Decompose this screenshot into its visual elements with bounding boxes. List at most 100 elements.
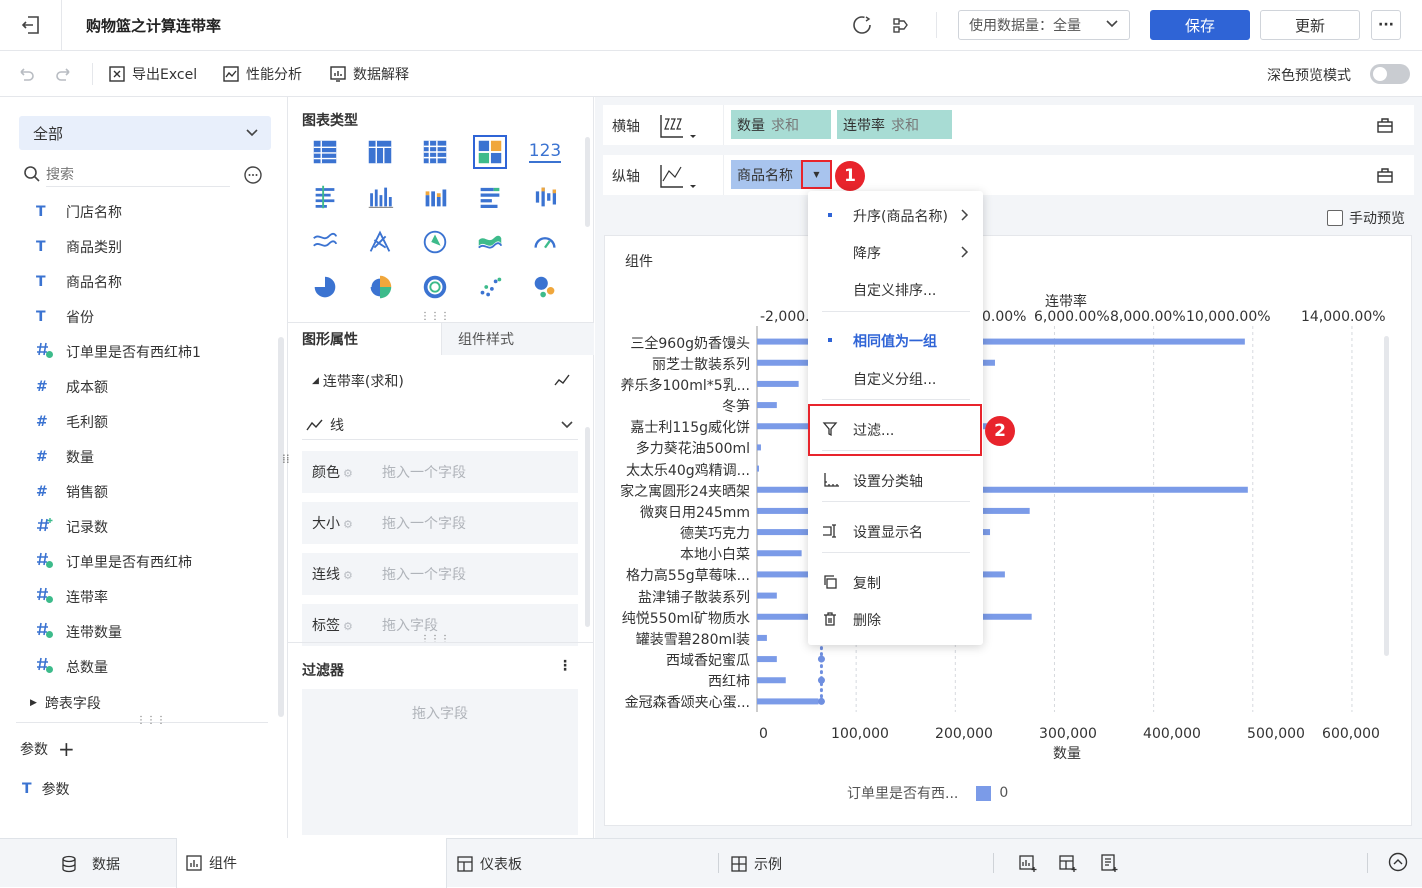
range-column-icon[interactable] <box>528 180 562 214</box>
filter-drop-zone[interactable]: 拖入字段 <box>302 689 578 835</box>
rose-icon[interactable] <box>363 270 397 304</box>
line-point[interactable] <box>817 655 825 663</box>
text-number-icon[interactable]: 123 <box>528 135 562 169</box>
dropdown-trigger[interactable]: ▼ <box>801 160 832 189</box>
mark-type-select[interactable]: 线 <box>302 410 578 440</box>
prop-drop-row[interactable]: 大小 ⚙ 拖入一个字段 <box>302 502 578 544</box>
stacked-column-icon[interactable] <box>418 180 452 214</box>
field-item[interactable]: T 商品类别 <box>36 229 122 264</box>
flow-icon[interactable] <box>891 14 913 36</box>
field-item[interactable]: 订单里是否有西红柿 <box>36 544 192 579</box>
cross-table-icon[interactable] <box>363 135 397 169</box>
filter-more-icon[interactable]: ⋮ <box>558 658 572 674</box>
menu-item[interactable]: 自定义分组... <box>808 360 983 396</box>
drag-handle[interactable]: ⋮⋮⋮ <box>136 715 166 726</box>
collapse-up-icon[interactable] <box>1387 851 1409 873</box>
field-item[interactable]: # 销售额 <box>36 474 108 509</box>
measure-row[interactable]: ◢ 连带率(求和) <box>312 371 404 391</box>
detail-table-icon[interactable] <box>418 135 452 169</box>
bar[interactable] <box>757 444 761 451</box>
area-icon[interactable] <box>308 225 342 259</box>
gauge-icon[interactable] <box>528 225 562 259</box>
menu-item[interactable]: 降序 <box>808 234 983 270</box>
field-item[interactable]: 连带数量 <box>36 614 122 649</box>
scrollbar[interactable] <box>585 137 590 227</box>
line-point[interactable] <box>817 697 825 705</box>
manual-preview-checkbox[interactable]: 手动预览 <box>1327 208 1405 228</box>
field-item[interactable]: 记录数 <box>36 509 108 544</box>
tab-example[interactable]: 示例 <box>730 839 782 888</box>
bar[interactable] <box>757 656 777 663</box>
field-item[interactable]: 连带率 <box>36 579 108 614</box>
export-excel-button[interactable]: 导出Excel <box>108 51 197 97</box>
pie-icon[interactable] <box>308 270 342 304</box>
x-axis-type-icon[interactable] <box>657 111 697 141</box>
radar-icon[interactable] <box>363 225 397 259</box>
refresh-icon[interactable] <box>851 14 873 36</box>
bar-icon[interactable] <box>473 180 507 214</box>
add-component-icon[interactable] <box>1018 853 1038 873</box>
compass-icon[interactable] <box>418 225 452 259</box>
menu-item[interactable]: 复制 <box>808 564 983 600</box>
table-icon[interactable] <box>308 135 342 169</box>
x-axis-field-pill[interactable]: 连带率 求和 <box>837 110 952 139</box>
save-button[interactable]: 保存 <box>1150 10 1250 40</box>
field-item[interactable]: # 毛利额 <box>36 404 108 439</box>
prop-drop-row[interactable]: 颜色 ⚙ 拖入一个字段 <box>302 451 578 493</box>
bar[interactable] <box>757 550 802 557</box>
field-item[interactable]: 订单里是否有西红柿1 <box>36 334 201 369</box>
drag-handle[interactable]: ⋮⋮⋮ <box>420 634 450 645</box>
tab-dashboard[interactable]: 仪表板 <box>456 839 522 888</box>
data-explain-button[interactable]: 数据解释 <box>329 51 409 97</box>
menu-item[interactable]: 设置分类轴 <box>808 462 983 498</box>
chart-scrollbar[interactable] <box>1384 336 1389 656</box>
field-item[interactable]: 总数量 <box>36 649 108 684</box>
column-icon[interactable] <box>363 180 397 214</box>
field-item[interactable]: T 门店名称 <box>36 194 122 229</box>
y-axis-type-icon[interactable] <box>657 161 697 191</box>
x-axis-field-pill[interactable]: 数量 求和 <box>731 110 831 139</box>
menu-item[interactable]: 自定义排序... <box>808 271 983 307</box>
perf-analysis-button[interactable]: 性能分析 <box>222 51 302 97</box>
update-button[interactable]: 更新 <box>1260 10 1360 40</box>
bar[interactable] <box>757 380 799 387</box>
field-item[interactable]: T 省份 <box>36 299 94 334</box>
bar[interactable] <box>757 698 819 705</box>
menu-item[interactable]: 升序(商品名称) <box>808 197 983 233</box>
back-icon[interactable] <box>20 14 42 36</box>
bubble-icon[interactable] <box>528 270 562 304</box>
tab-data[interactable]: 数据 <box>60 839 120 888</box>
bar[interactable] <box>757 634 767 641</box>
add-dashboard-icon[interactable] <box>1058 853 1078 873</box>
x-axis-settings-icon[interactable] <box>1375 115 1395 135</box>
prop-drop-row[interactable]: 连线 ⚙ 拖入一个字段 <box>302 553 578 595</box>
menu-item[interactable]: 相同值为一组 <box>808 322 983 358</box>
param-item[interactable]: T 参数 <box>22 779 70 799</box>
scrollbar[interactable] <box>585 427 590 627</box>
add-param-icon[interactable]: + <box>58 739 75 759</box>
ring-icon[interactable] <box>418 270 452 304</box>
tab-graph-props[interactable]: 图形属性 <box>288 323 441 355</box>
tab-component-style[interactable]: 组件样式 <box>441 323 594 355</box>
menu-item[interactable]: 设置显示名 <box>808 513 983 549</box>
bar[interactable] <box>757 402 777 409</box>
dark-preview-toggle[interactable] <box>1370 64 1410 84</box>
field-item[interactable]: # 数量 <box>36 439 94 474</box>
field-item[interactable]: # 成本额 <box>36 369 108 404</box>
tab-component[interactable]: 组件 <box>176 838 447 888</box>
grouped-bar-icon[interactable] <box>308 180 342 214</box>
field-item[interactable]: T 商品名称 <box>36 264 122 299</box>
y-axis-field-pill[interactable]: 商品名称 <box>731 160 801 189</box>
search-input[interactable] <box>46 163 230 187</box>
redo-icon[interactable] <box>54 64 74 84</box>
drag-handle[interactable]: ⋮⋮⋮ <box>420 311 450 322</box>
bar[interactable] <box>757 465 759 472</box>
data-usage-select[interactable]: 使用数据量：全量 <box>958 10 1130 40</box>
cross-table-fields[interactable]: ▶ 跨表字段 <box>30 693 101 713</box>
bar[interactable] <box>757 592 777 599</box>
undo-icon[interactable] <box>16 64 36 84</box>
scatter-icon[interactable] <box>473 270 507 304</box>
add-report-icon[interactable] <box>1099 853 1119 873</box>
more-button[interactable]: ··· <box>1371 10 1401 40</box>
more-options-icon[interactable] <box>243 165 263 185</box>
